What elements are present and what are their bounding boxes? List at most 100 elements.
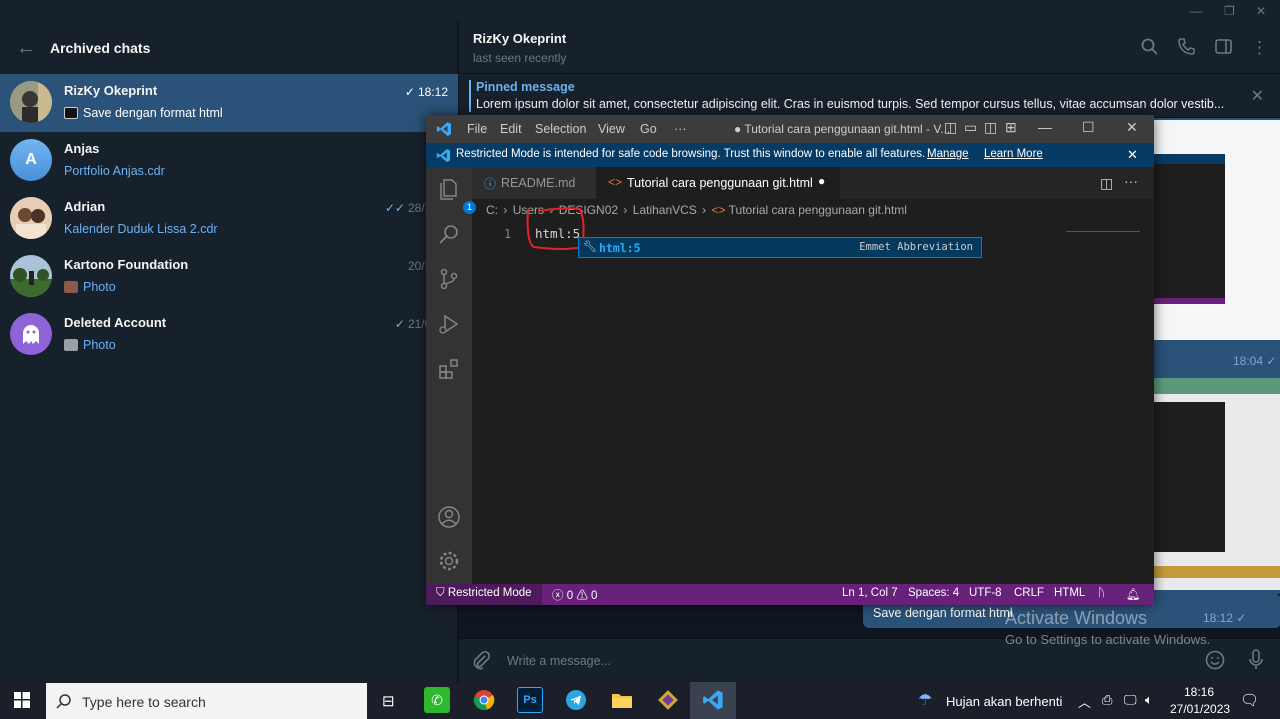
more-actions-icon[interactable]: ···: [1124, 173, 1138, 189]
close-icon[interactable]: ✕: [1126, 119, 1138, 136]
file-explorer-icon[interactable]: [609, 687, 635, 713]
chat-item-anjas[interactable]: A Anjas ✓✓ Portfolio Anjas.cdr: [0, 132, 458, 190]
vscode-taskbar-icon[interactable]: [700, 687, 726, 713]
menu-more[interactable]: ···: [674, 122, 687, 136]
activity-bar: 1: [426, 167, 476, 584]
screenshot-photo: [1153, 378, 1280, 590]
weather-text[interactable]: Hujan akan berhenti: [946, 694, 1062, 709]
search-placeholder: Type here to search: [82, 694, 206, 710]
vscode-logo-icon: [436, 122, 451, 136]
eol-status[interactable]: CRLF: [1014, 587, 1044, 599]
message-text: Save dengan format html: [873, 606, 1013, 620]
unsaved-dot-icon[interactable]: ●: [818, 174, 825, 188]
taskbar-search[interactable]: Type here to search: [46, 683, 367, 719]
sidebar-toggle-icon[interactable]: [1215, 38, 1232, 60]
chat-item-kartono[interactable]: Kartono Foundation 20/10/2 Photo: [0, 248, 458, 306]
maximize-icon[interactable]: ❐: [1224, 4, 1235, 18]
network-icon[interactable]: 🖵︎: [1124, 692, 1137, 708]
suggestion-widget[interactable]: 🔧︎ html:5 Emmet Abbreviation: [578, 237, 982, 258]
tab-tutorial-html[interactable]: <> Tutorial cara penggunaan git.html ●: [596, 167, 840, 199]
close-icon[interactable]: ✕: [1256, 4, 1266, 18]
photo-message[interactable]: 18:04 ✓: [1149, 118, 1280, 374]
clock-time[interactable]: 18:16: [1184, 685, 1214, 699]
restricted-mode-status[interactable]: ⛉ Restricted Mode: [426, 584, 542, 605]
notifications-bell-icon[interactable]: 🔔︎: [1126, 587, 1141, 601]
pinned-text: Lorem ipsum dolor sit amet, consectetur …: [476, 97, 1225, 111]
suggestion-detail: Emmet Abbreviation: [859, 241, 973, 253]
windows-start-icon[interactable]: [14, 692, 30, 713]
code-editor[interactable]: 1 html:5: [472, 207, 1140, 584]
menu-view[interactable]: View: [598, 122, 625, 136]
chat-item-deleted[interactable]: Deleted Account ✓21/07/2 Photo: [0, 306, 458, 364]
account-icon[interactable]: [437, 505, 461, 529]
cursor-position[interactable]: Ln 1, Col 7: [842, 587, 898, 599]
photo-thumbnail-icon: [64, 339, 78, 351]
layout-sidebar-icon[interactable]: ◫: [944, 119, 957, 136]
indentation-status[interactable]: Spaces: 4: [908, 587, 959, 599]
feedback-icon[interactable]: ᚢ: [1098, 587, 1105, 599]
chat-item-adrian[interactable]: Adrian ✓✓28/12/2 Kalender Duduk Lissa 2.…: [0, 190, 458, 248]
status-bar: ⛉ Restricted Mode ⓧ 0 ⚠ 0 Ln 1, Col 7 Sp…: [426, 584, 1154, 605]
back-arrow-icon[interactable]: ←: [16, 37, 50, 60]
phone-app-icon[interactable]: ✆: [424, 687, 450, 713]
learn-more-link[interactable]: Learn More: [984, 148, 1043, 160]
weather-rain-icon[interactable]: ☂: [918, 690, 932, 710]
source-control-icon[interactable]: [437, 267, 461, 291]
chrome-icon[interactable]: [471, 687, 497, 713]
layout-panel-icon[interactable]: ▭: [964, 119, 977, 136]
pinned-bar: [469, 80, 471, 112]
minimize-icon[interactable]: —: [1190, 4, 1202, 18]
photo-message[interactable]: [1149, 374, 1280, 594]
settings-gear-icon[interactable]: [437, 549, 461, 573]
pinned-message[interactable]: Pinned message Lorem ipsum dolor sit ame…: [459, 74, 1280, 118]
git-app-icon[interactable]: [655, 687, 681, 713]
close-icon[interactable]: ✕: [1251, 86, 1264, 106]
close-icon[interactable]: ✕: [1127, 147, 1138, 163]
problems-status[interactable]: ⓧ 0 ⚠ 0: [552, 587, 597, 603]
language-status[interactable]: HTML: [1054, 587, 1085, 599]
meet-now-icon[interactable]: ⎙: [1102, 692, 1112, 708]
minimap-slider[interactable]: [1066, 231, 1140, 232]
menu-edit[interactable]: Edit: [500, 122, 522, 136]
breadcrumb-item[interactable]: C:: [486, 203, 498, 217]
encoding-status[interactable]: UTF-8: [969, 587, 1002, 599]
menu-selection[interactable]: Selection: [535, 122, 586, 136]
attach-icon[interactable]: [471, 650, 491, 675]
more-vertical-icon[interactable]: ⋮: [1251, 38, 1268, 58]
task-view-icon[interactable]: ⊟: [382, 692, 395, 710]
volume-icon[interactable]: 🔈︎: [1145, 692, 1153, 708]
menu-go[interactable]: Go: [640, 122, 657, 136]
pinned-title: Pinned message: [476, 80, 575, 94]
customize-layout-icon[interactable]: ⊞: [1005, 119, 1017, 136]
chat-title[interactable]: RizKy Okeprint: [473, 31, 566, 46]
extensions-icon[interactable]: [437, 357, 461, 381]
search-icon[interactable]: [437, 222, 461, 246]
avatar: A: [10, 139, 52, 181]
photoshop-icon[interactable]: Ps: [517, 687, 543, 713]
run-debug-icon[interactable]: [437, 312, 461, 336]
explorer-icon[interactable]: 1: [437, 177, 476, 214]
breadcrumb-item[interactable]: Tutorial cara penggunaan git.html: [729, 203, 907, 217]
split-editor-icon[interactable]: ◫: [1100, 175, 1113, 192]
menu-file[interactable]: File: [467, 122, 487, 136]
warning-icon: ⚠: [576, 590, 588, 602]
breadcrumb-item[interactable]: LatihanVCS: [633, 203, 697, 217]
phone-icon[interactable]: [1178, 38, 1195, 60]
minimize-icon[interactable]: —: [1038, 119, 1052, 135]
message-input[interactable]: Write a message...: [507, 654, 611, 668]
emoji-icon[interactable]: [1205, 650, 1225, 675]
layout-split-icon[interactable]: ◫: [984, 119, 997, 136]
clock-date[interactable]: 27/01/2023: [1170, 702, 1230, 716]
maximize-icon[interactable]: ☐: [1082, 119, 1095, 136]
chat-item-rizky[interactable]: RizKy Okeprint ✓ 18:12 Save dengan format…: [0, 74, 458, 132]
microphone-icon[interactable]: [1248, 649, 1264, 676]
message-time: 18:04 ✓: [1233, 354, 1277, 368]
chevron-up-icon[interactable]: ︿: [1078, 692, 1091, 711]
tab-readme[interactable]: ⓘ README.md: [472, 167, 596, 199]
search-icon[interactable]: [1141, 38, 1158, 60]
manage-link[interactable]: Manage: [927, 148, 969, 160]
activate-windows-watermark: Activate Windows Go to Settings to activ…: [1005, 608, 1210, 647]
html-file-icon: <>: [711, 203, 726, 217]
telegram-icon[interactable]: [563, 687, 589, 713]
notification-center-icon[interactable]: 🗨︎: [1240, 691, 1259, 709]
